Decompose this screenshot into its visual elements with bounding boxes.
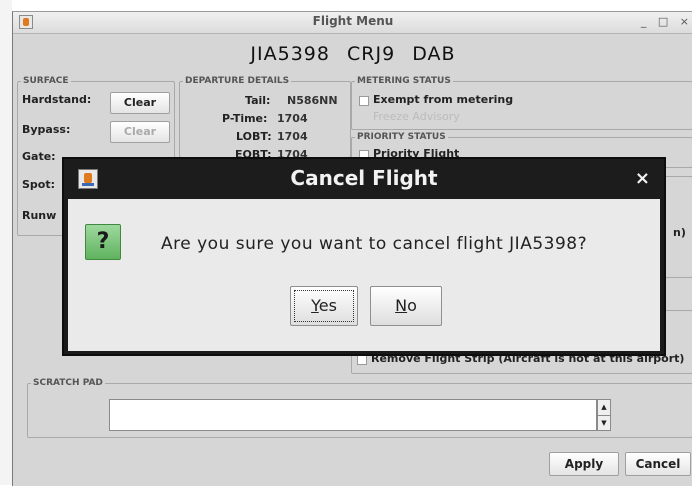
aircraft-type: CRJ9 — [347, 43, 396, 65]
hardstand-label: Hardstand: — [22, 93, 92, 106]
ptime-label: P-Time: — [222, 112, 268, 125]
apply-button[interactable]: Apply — [549, 452, 619, 476]
yes-button[interactable]: Yes — [290, 286, 358, 326]
clear-bypass-button[interactable]: Clear — [110, 121, 170, 143]
bypass-label: Bypass: — [22, 123, 71, 136]
desktop-edge — [0, 0, 12, 485]
dialog-body: ? Are you sure you want to cancel flight… — [68, 199, 660, 351]
tail-value: N586NN — [287, 94, 338, 107]
partial-option-text: n) — [673, 226, 686, 239]
window-title: Flight Menu — [312, 14, 394, 28]
no-button[interactable]: No — [370, 286, 442, 326]
remove-flight-strip-checkbox[interactable] — [357, 355, 367, 365]
cancel-button[interactable]: Cancel — [625, 452, 691, 476]
departure-details-legend: DEPARTURE DETAILS — [185, 76, 290, 86]
cancel-flight-dialog: Cancel Flight × ? Are you sure you want … — [62, 157, 666, 356]
scratch-pad-textarea[interactable] — [109, 399, 597, 431]
yes-mnemonic: Y — [311, 296, 319, 315]
exempt-metering-label: Exempt from metering — [373, 93, 514, 106]
flight-header: JIA5398 CRJ9 DAB — [13, 43, 692, 65]
scratch-pad-scrollbar[interactable]: ▲ ▼ — [597, 399, 611, 431]
clear-hardstand-button[interactable]: Clear — [110, 92, 170, 114]
dialog-titlebar: Cancel Flight × — [64, 159, 664, 199]
scratch-pad-legend: SCRATCH PAD — [33, 378, 103, 388]
freeze-advisory-label: Freeze Advisory — [373, 110, 460, 123]
callsign: JIA5398 — [250, 43, 330, 65]
yes-label: es — [318, 296, 337, 315]
surface-legend: SURFACE — [23, 76, 69, 86]
window-titlebar: Flight Menu _ □ × — [13, 12, 692, 34]
tail-label: Tail: — [245, 94, 271, 107]
no-mnemonic: N — [395, 296, 408, 315]
dialog-message: Are you sure you want to cancel flight J… — [161, 234, 588, 254]
dialog-title: Cancel Flight — [290, 166, 438, 190]
lobt-value: 1704 — [277, 130, 308, 143]
runway-label: Runw — [22, 209, 57, 222]
no-label: o — [407, 296, 417, 315]
question-icon: ? — [85, 224, 121, 260]
close-icon[interactable]: × — [635, 168, 650, 189]
spot-label: Spot: — [22, 178, 56, 191]
destination: DAB — [412, 43, 456, 65]
scroll-up-icon[interactable]: ▲ — [598, 400, 610, 416]
priority-status-legend: PRIORITY STATUS — [357, 132, 446, 142]
gate-label: Gate: — [22, 150, 56, 163]
scroll-down-icon[interactable]: ▼ — [598, 416, 610, 431]
metering-status-legend: METERING STATUS — [357, 76, 451, 86]
window-controls[interactable]: _ □ × — [641, 15, 692, 28]
ptime-value: 1704 — [277, 112, 308, 125]
lobt-label: LOBT: — [236, 130, 272, 143]
exempt-metering-checkbox[interactable] — [359, 96, 369, 106]
